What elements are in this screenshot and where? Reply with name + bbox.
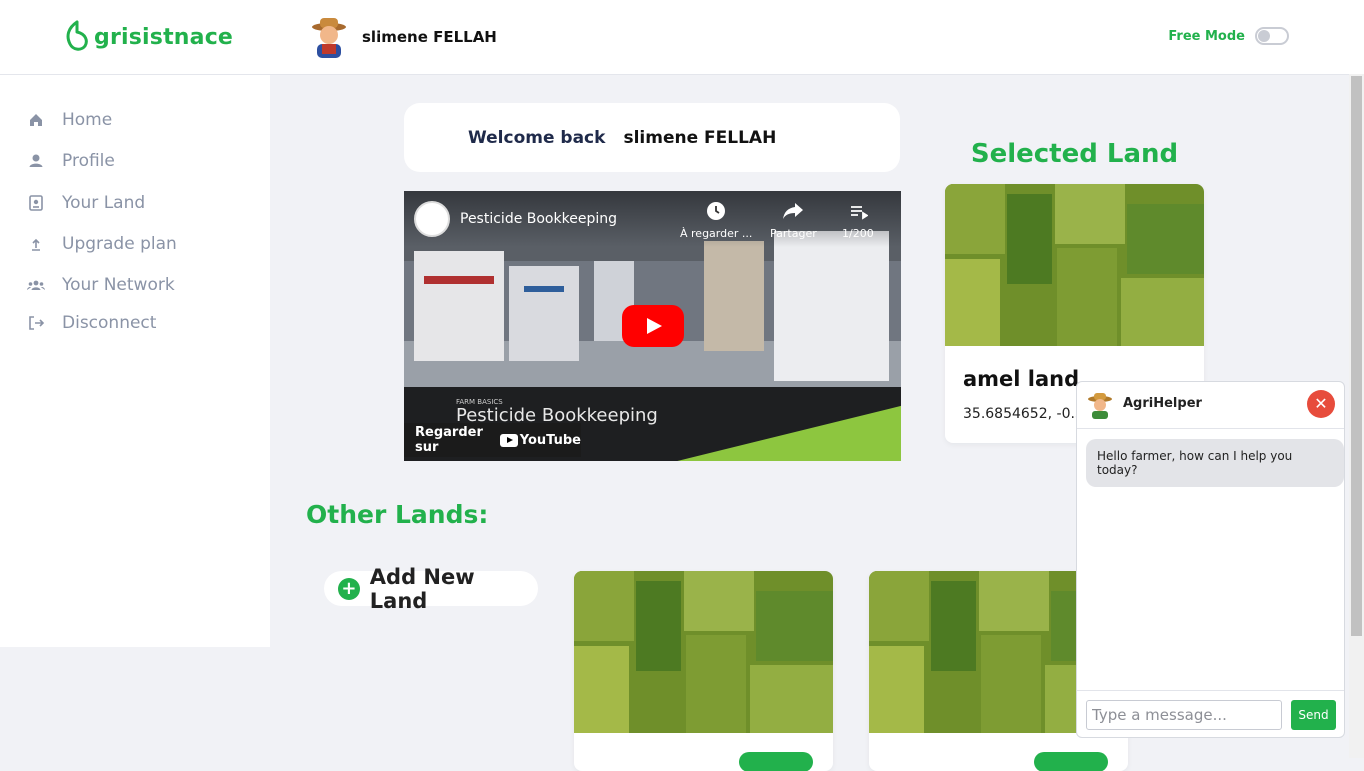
video-title[interactable]: Pesticide Bookkeeping (460, 211, 617, 227)
playlist-icon (850, 206, 868, 220)
logo-text: grisistnace (94, 24, 234, 50)
sidebar-item-label: Profile (62, 151, 115, 171)
welcome-label: Welcome back (468, 127, 606, 148)
user-info[interactable]: slimene FELLAH (310, 16, 497, 58)
sidebar-item-your-land[interactable]: Your Land (26, 193, 145, 213)
play-button[interactable] (622, 305, 684, 347)
sidebar-item-profile[interactable]: Profile (26, 151, 115, 171)
selected-land-title: Selected Land (970, 139, 1179, 169)
land-aerial-image (945, 184, 1204, 346)
chat-header: AgriHelper ✕ (1077, 382, 1344, 429)
sidebar-item-label: Upgrade plan (62, 234, 177, 254)
sidebar-item-label: Your Land (62, 193, 146, 213)
share-button[interactable]: Partager (770, 201, 817, 240)
plus-icon: + (338, 577, 360, 600)
share-label: Partager (770, 227, 817, 240)
clock-icon (707, 202, 726, 220)
sidebar-item-label: Your Network (62, 275, 175, 295)
youtube-label: YouTube (519, 432, 581, 448)
sidebar-item-home[interactable]: Home (26, 110, 112, 130)
farmer-avatar (312, 18, 346, 58)
top-bar: grisistnace slimene FELLAH Free Mode (0, 0, 1364, 75)
playlist-count: 1/200 (842, 227, 874, 240)
chat-message-input[interactable] (1086, 700, 1282, 730)
toggle-knob (1258, 30, 1270, 42)
land-action-button[interactable] (1034, 752, 1108, 771)
bot-message: Hello farmer, how can I help you today? (1086, 439, 1344, 487)
playlist-button[interactable]: 1/200 (842, 201, 874, 240)
free-mode: Free Mode (1168, 27, 1289, 45)
farmer-bot-icon (1088, 393, 1112, 419)
home-icon (30, 114, 42, 126)
watch-on-youtube-button[interactable]: Regarder sur YouTube (404, 423, 581, 457)
person-icon (29, 154, 43, 167)
land-card[interactable] (574, 571, 833, 771)
watch-later-button[interactable]: À regarder ... (680, 201, 752, 240)
chat-title: AgriHelper (1123, 396, 1202, 411)
close-icon: ✕ (1314, 394, 1328, 413)
chat-widget: AgriHelper ✕ Hello farmer, how can I hel… (1076, 381, 1345, 738)
video-player[interactable]: Pesticide Bookkeeping À regarder ... Par… (404, 191, 901, 461)
app-logo[interactable]: grisistnace (64, 20, 233, 54)
land-name: amel land (963, 367, 1080, 391)
land-coordinates: 35.6854652, -0.5 (963, 406, 1084, 422)
land-icon (29, 195, 43, 211)
channel-avatar[interactable] (414, 201, 450, 237)
sidebar-item-label: Disconnect (62, 313, 157, 333)
add-new-land-button[interactable]: + Add New Land (324, 565, 538, 613)
leaf-logo-icon (66, 20, 88, 51)
welcome-card: Welcome back slimene FELLAH (404, 103, 900, 172)
scrollbar-thumb[interactable] (1351, 76, 1362, 636)
add-new-land-label: Add New Land (369, 564, 475, 613)
upload-icon (32, 238, 40, 251)
send-button[interactable]: Send (1291, 700, 1336, 730)
free-mode-toggle[interactable] (1255, 27, 1289, 45)
youtube-play-icon (499, 433, 518, 447)
sidebar-item-your-network[interactable]: Your Network (26, 275, 175, 295)
user-name: slimene FELLAH (362, 28, 497, 46)
land-action-button[interactable] (739, 752, 813, 771)
sidebar: Home Profile Your Land Upgrade plan Your… (0, 75, 270, 647)
youtube-logo: YouTube (499, 432, 581, 448)
page-scrollbar[interactable] (1349, 74, 1364, 758)
watch-on-label: Regarder sur (415, 425, 483, 455)
watch-later-label: À regarder ... (680, 227, 753, 240)
free-mode-label: Free Mode (1168, 28, 1245, 44)
close-chat-button[interactable]: ✕ (1307, 390, 1335, 418)
other-lands-title: Other Lands: (306, 500, 489, 529)
group-icon (27, 280, 45, 290)
welcome-user-name: slimene FELLAH (623, 127, 777, 148)
sidebar-item-upgrade-plan[interactable]: Upgrade plan (26, 234, 177, 254)
share-icon (783, 203, 804, 219)
chat-footer: Send (1077, 690, 1344, 737)
sidebar-item-disconnect[interactable]: Disconnect (26, 313, 156, 333)
land-aerial-image (574, 571, 833, 733)
logout-icon (29, 316, 45, 330)
sidebar-item-label: Home (62, 110, 113, 130)
